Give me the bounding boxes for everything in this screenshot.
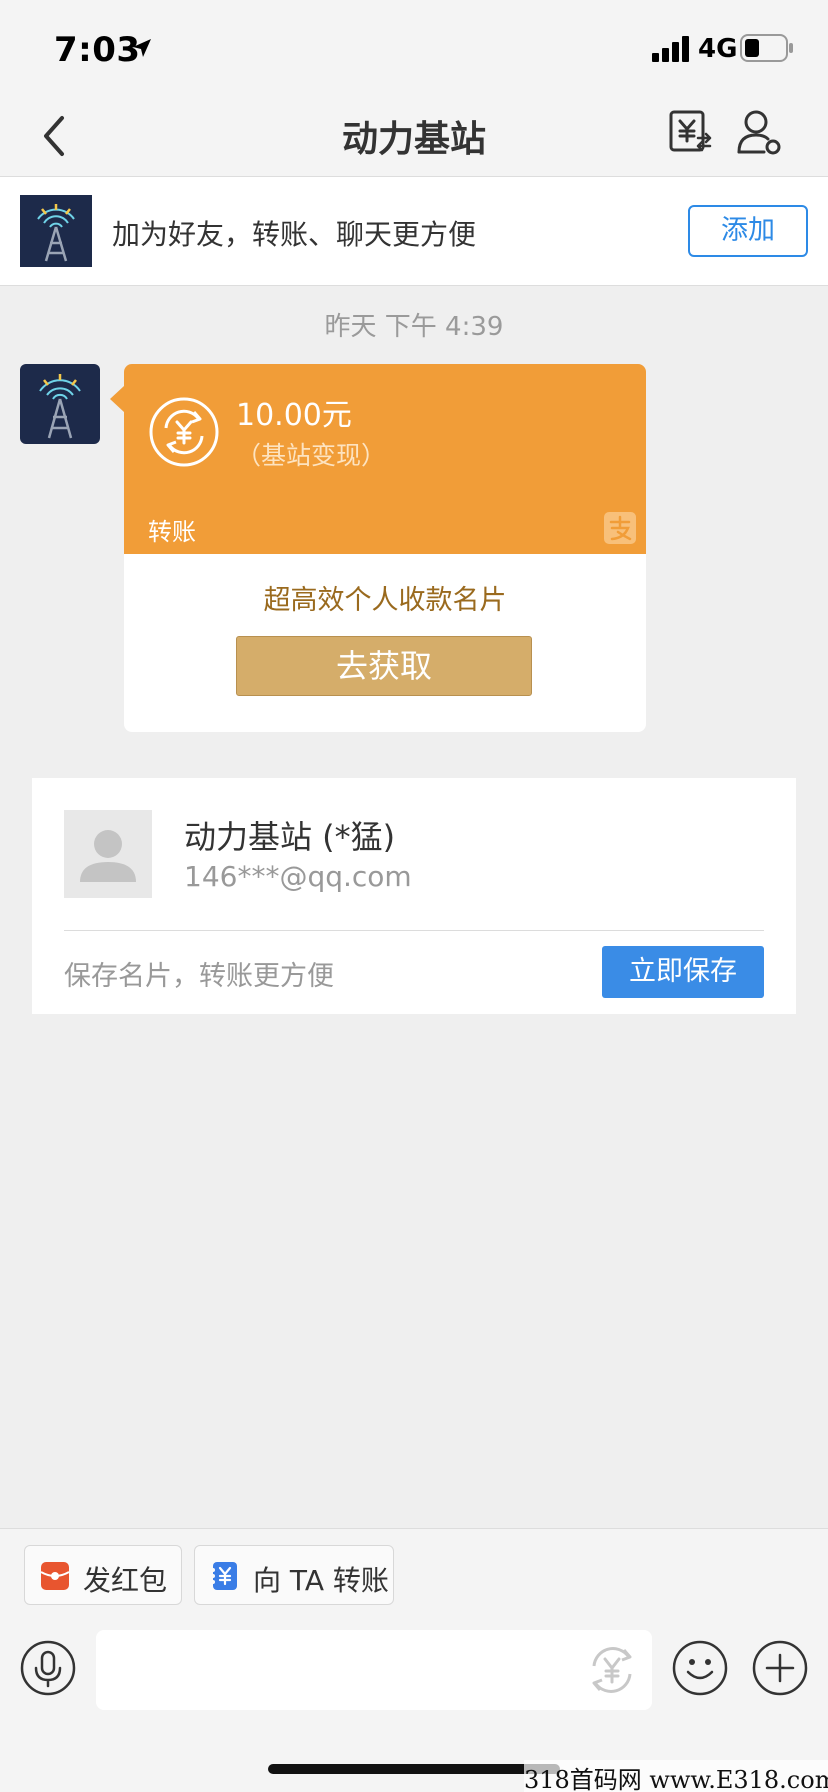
divider xyxy=(64,930,764,931)
promo-text: 超高效个人收款名片 xyxy=(263,585,507,616)
battery-icon xyxy=(740,34,793,62)
network-label: 4G xyxy=(698,34,738,64)
default-avatar-icon xyxy=(64,810,152,898)
message-input[interactable] xyxy=(96,1630,652,1710)
transfer-label: 转账 xyxy=(148,518,196,546)
quick-action-bar: 发红包 向 TA 转账 xyxy=(0,1528,828,1618)
add-friend-banner: 加为好友，转账、聊天更方便 添加 xyxy=(0,176,828,286)
transfer-memo: （基站变现） xyxy=(236,441,387,470)
location-arrow-icon xyxy=(133,39,151,57)
transfer-icon xyxy=(211,1562,237,1590)
home-indicator xyxy=(268,1764,560,1774)
transfer-message-card[interactable]: 10.00元 （基站变现） 转账 超高效个人收款名片 去获取 xyxy=(110,364,646,732)
plus-icon[interactable] xyxy=(752,1640,808,1696)
status-bar: 7:03 4G xyxy=(0,0,828,96)
emoji-icon[interactable] xyxy=(672,1640,728,1696)
nav-bar: 动力基站 xyxy=(0,96,828,176)
send-red-packet-button[interactable]: 发红包 xyxy=(24,1545,182,1605)
banner-text: 加为好友，转账、聊天更方便 xyxy=(112,218,477,251)
transfer-circle-icon xyxy=(149,397,219,467)
red-packet-icon xyxy=(40,1562,70,1590)
microphone-icon[interactable] xyxy=(20,1640,76,1696)
profile-settings-icon[interactable] xyxy=(736,108,782,156)
save-hint: 保存名片，转账更方便 xyxy=(64,961,334,992)
status-time: 7:03 xyxy=(54,30,141,70)
transfer-label: 向 TA 转账 xyxy=(253,1564,389,1597)
bubble-tail xyxy=(110,386,124,412)
contact-email: 146***@qq.com xyxy=(184,860,412,893)
yuan-circle-icon[interactable] xyxy=(584,1642,640,1698)
contact-name: 动力基站 (*猛) xyxy=(184,818,396,856)
alipay-logo-icon xyxy=(604,512,636,544)
add-friend-button[interactable]: 添加 xyxy=(688,205,808,257)
message-timestamp: 昨天 下午 4:39 xyxy=(324,312,504,342)
transfer-to-them-button[interactable]: 向 TA 转账 xyxy=(194,1545,394,1605)
contact-save-card: 动力基站 (*猛) 146***@qq.com 保存名片，转账更方便 立即保存 xyxy=(32,778,796,1014)
red-packet-label: 发红包 xyxy=(83,1564,168,1597)
transfer-card-header[interactable]: 10.00元 （基站变现） 转账 xyxy=(124,364,646,554)
transfer-card-footer: 超高效个人收款名片 去获取 xyxy=(124,554,646,732)
sender-avatar[interactable] xyxy=(20,364,100,444)
yuan-transfer-icon[interactable] xyxy=(668,108,712,156)
transfer-amount: 10.00元 xyxy=(236,398,352,433)
watermark: 318首码网 www.E318.com xyxy=(524,1760,828,1792)
signal-icon xyxy=(652,36,689,62)
save-now-button[interactable]: 立即保存 xyxy=(602,946,764,998)
get-card-button[interactable]: 去获取 xyxy=(236,636,532,696)
contact-avatar xyxy=(20,195,92,267)
